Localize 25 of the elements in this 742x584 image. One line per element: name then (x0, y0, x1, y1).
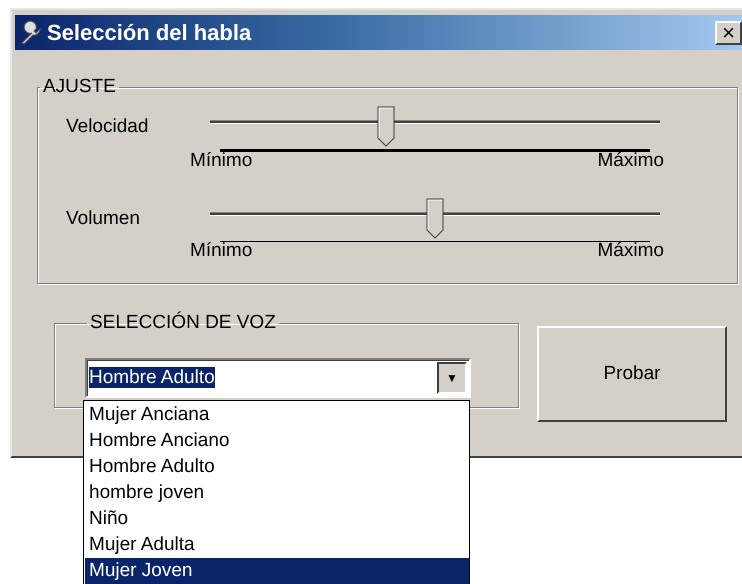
slider-track[interactable] (210, 106, 660, 147)
group-legend: AJUSTE (40, 76, 119, 98)
window-title: Selección del habla (47, 20, 252, 46)
slider-thumb[interactable] (376, 106, 394, 147)
dropdown-option[interactable]: Hombre Adulto (85, 454, 469, 480)
slider-label: Velocidad (66, 115, 148, 138)
dropdown-option[interactable]: Hombre Anciano (85, 428, 469, 454)
voice-combo-box[interactable]: Hombre Adulto ▼ (85, 358, 471, 398)
dropdown-option[interactable]: Mujer Adulta (85, 532, 469, 558)
slider-track[interactable] (210, 198, 660, 239)
close-button[interactable]: × (715, 20, 742, 44)
slider-thumb[interactable] (426, 198, 444, 239)
dropdown-option[interactable]: Mujer Anciana (85, 402, 469, 428)
maximum-label: Máximo (597, 240, 664, 262)
dropdown-button[interactable]: ▼ (437, 362, 467, 394)
dropdown-option[interactable]: Mujer Joven (85, 558, 469, 584)
minimum-label: Mínimo (190, 150, 252, 172)
test-button[interactable]: Probar (537, 326, 727, 422)
dropdown-option[interactable]: Niño (85, 506, 469, 532)
group-legend: SELECCIÓN DE VOZ (87, 312, 279, 334)
combo-value: Hombre Adulto (89, 367, 215, 388)
maximum-label: Máximo (597, 150, 664, 172)
minimum-label: Mínimo (190, 240, 252, 262)
slider-label: Volumen (66, 207, 140, 230)
dropdown-option[interactable]: hombre joven (85, 480, 469, 506)
